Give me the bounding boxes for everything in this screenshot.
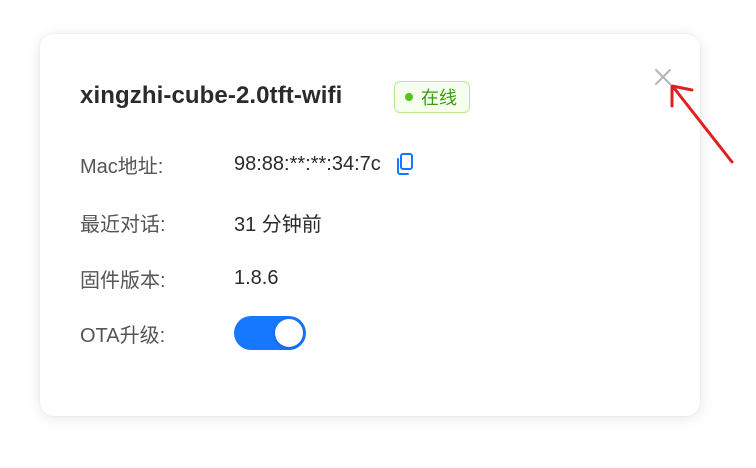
ota-row: OTA升级: bbox=[80, 316, 306, 350]
last-chat-value: 31 分钟前 bbox=[234, 213, 322, 236]
ota-toggle[interactable] bbox=[234, 316, 306, 350]
ota-label: OTA升级: bbox=[80, 324, 166, 347]
device-card: xingzhi-cube-2.0tft-wifi 在线 Mac地址: 98:88… bbox=[40, 34, 700, 416]
copy-button[interactable] bbox=[395, 152, 415, 176]
mac-row: Mac地址: 98:88:**:**:34:7c bbox=[80, 149, 415, 179]
firmware-row: 固件版本: 1.8.6 bbox=[80, 263, 278, 293]
firmware-label: 固件版本: bbox=[80, 269, 166, 292]
status-badge: 在线 bbox=[394, 81, 470, 113]
status-text: 在线 bbox=[421, 88, 457, 108]
last-chat-label: 最近对话: bbox=[80, 213, 166, 236]
mac-label: Mac地址: bbox=[80, 155, 164, 178]
copy-icon bbox=[396, 153, 413, 175]
status-dot bbox=[405, 93, 413, 101]
annotation-arrow-icon bbox=[670, 84, 734, 164]
firmware-value: 1.8.6 bbox=[234, 266, 279, 289]
last-chat-row: 最近对话: 31 分钟前 bbox=[80, 207, 322, 237]
mac-value: 98:88:**:**:34:7c bbox=[234, 152, 381, 175]
toggle-knob bbox=[275, 319, 303, 347]
device-name: xingzhi-cube-2.0tft-wifi bbox=[80, 82, 343, 109]
